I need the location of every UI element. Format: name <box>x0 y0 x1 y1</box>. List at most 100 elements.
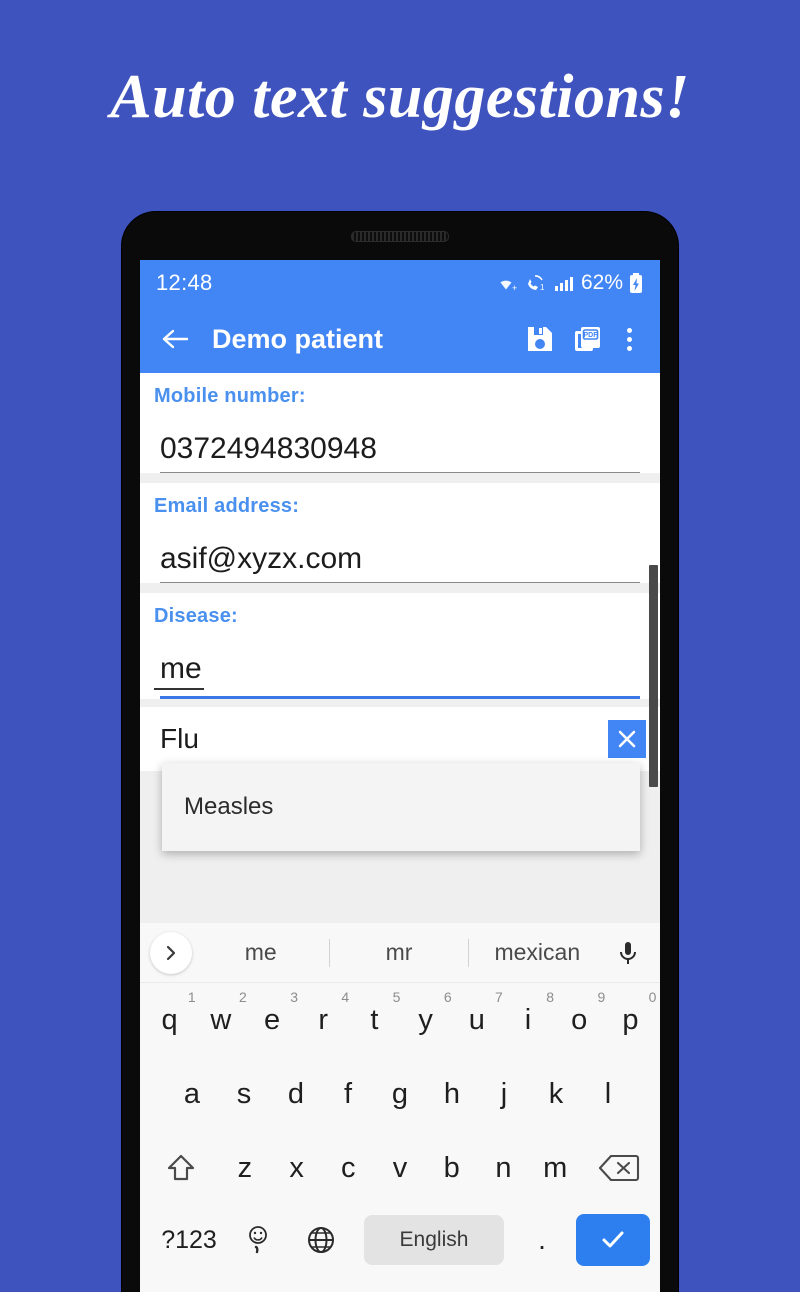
keyboard-row-1: 1q 2w 3e 4r 5t 6y 7u 8i 9o 0p <box>140 983 660 1057</box>
key-label: u <box>468 1003 485 1036</box>
key-u[interactable]: 7u <box>451 987 503 1053</box>
remove-disease-button[interactable] <box>608 720 646 758</box>
key-label: t <box>370 1003 379 1036</box>
field-underline <box>160 472 640 473</box>
status-time: 12:48 <box>156 269 213 295</box>
save-icon[interactable] <box>516 317 564 361</box>
suggestion-word-1[interactable]: mr <box>330 939 467 966</box>
key-label: q <box>161 1003 178 1036</box>
device-top-bezel <box>122 212 678 260</box>
keyboard-row-2: a s d f g h j k l <box>140 1057 660 1131</box>
emoji-comma-icon[interactable] <box>228 1210 288 1270</box>
keyboard-row-4: ?123 English . <box>140 1205 660 1275</box>
phone-screen: 12:48 + 1 62% Demo patient PDF Mobile nu… <box>140 260 660 1292</box>
disease-entry-row[interactable]: Flu <box>140 707 660 771</box>
wifi-icon: + <box>500 280 517 293</box>
key-w[interactable]: 2w <box>195 987 246 1053</box>
key-h[interactable]: h <box>426 1061 478 1127</box>
key-t[interactable]: 5t <box>349 987 400 1053</box>
svg-text:PDF: PDF <box>584 332 599 339</box>
autocomplete-item-measles[interactable]: Measles <box>162 763 640 851</box>
overflow-dot <box>626 327 632 333</box>
field-mobile-number[interactable]: Mobile number: 0372494830948 <box>140 373 660 473</box>
key-s[interactable]: s <box>218 1061 270 1127</box>
overflow-menu-icon[interactable] <box>612 317 646 361</box>
field-label: Email address: <box>154 495 300 517</box>
battery-percent-label: 62% <box>580 270 623 294</box>
key-v[interactable]: v <box>374 1135 426 1201</box>
key-z[interactable]: z <box>219 1135 271 1201</box>
field-underline-active <box>160 696 640 699</box>
microphone-icon[interactable] <box>606 931 650 975</box>
svg-text:1: 1 <box>540 283 545 292</box>
key-n[interactable]: n <box>478 1135 530 1201</box>
key-label: e <box>263 1003 281 1036</box>
backspace-icon[interactable] <box>581 1135 656 1201</box>
pdf-icon[interactable]: PDF <box>564 317 612 361</box>
globe-language-icon[interactable] <box>288 1210 354 1270</box>
key-q[interactable]: 1q <box>144 987 196 1053</box>
patient-form: Mobile number: 0372494830948 Email addre… <box>140 373 660 923</box>
phone-device-frame: 12:48 + 1 62% Demo patient PDF Mobile nu… <box>122 212 678 1292</box>
suggestion-word-2[interactable]: mexican <box>469 939 606 966</box>
page-title: Demo patient <box>212 323 384 354</box>
period-key[interactable]: . <box>514 1210 570 1270</box>
key-i[interactable]: 8i <box>502 987 554 1053</box>
key-f[interactable]: f <box>322 1061 374 1127</box>
keyboard-suggestion-strip: me mr mexican <box>140 923 660 983</box>
chevron-right-icon[interactable] <box>150 931 192 974</box>
keyboard-bottom-bar <box>140 1275 660 1292</box>
content-scrollbar[interactable] <box>649 565 658 787</box>
email-address-input[interactable]: asif@xyzx.com <box>154 524 646 582</box>
key-c[interactable]: c <box>322 1135 374 1201</box>
autocomplete-dropdown: Measles <box>162 763 640 851</box>
key-label: i <box>524 1003 532 1036</box>
key-e[interactable]: 3e <box>246 987 298 1053</box>
key-k[interactable]: k <box>530 1061 582 1127</box>
overflow-dot <box>626 336 632 342</box>
disease-input[interactable]: me <box>154 634 204 690</box>
signal-bars-icon <box>554 276 573 291</box>
promo-headline: Auto text suggestions! <box>110 63 690 131</box>
disease-input-wrap: me <box>154 634 646 696</box>
key-g[interactable]: g <box>374 1061 426 1127</box>
checkmark-icon <box>602 1231 624 1248</box>
mobile-number-input[interactable]: 0372494830948 <box>154 414 646 472</box>
back-arrow-icon[interactable] <box>154 317 198 361</box>
key-label: o <box>571 1003 588 1036</box>
call-icon: 1 <box>527 274 545 292</box>
battery-charging-icon <box>630 272 642 293</box>
key-x[interactable]: x <box>271 1135 323 1201</box>
close-icon <box>618 730 636 748</box>
suggestion-word-0[interactable]: me <box>192 939 329 966</box>
key-o[interactable]: 9o <box>554 987 605 1053</box>
enter-key[interactable] <box>576 1214 650 1266</box>
key-m[interactable]: m <box>529 1135 581 1201</box>
key-b[interactable]: b <box>426 1135 478 1201</box>
key-j[interactable]: j <box>478 1061 530 1127</box>
field-email-address[interactable]: Email address: asif@xyzx.com <box>140 483 660 583</box>
field-label: Disease: <box>154 605 238 627</box>
key-label: r <box>318 1003 329 1036</box>
key-label: w <box>210 1003 232 1036</box>
svg-text:+: + <box>512 283 517 293</box>
disease-entry-label: Flu <box>160 723 199 754</box>
space-key[interactable]: English <box>364 1215 504 1265</box>
field-disease[interactable]: Disease: me <box>140 593 660 699</box>
shift-arrow-icon[interactable] <box>144 1135 219 1201</box>
symbols-key[interactable]: ?123 <box>150 1210 228 1270</box>
status-icons: + 1 62% <box>495 271 644 295</box>
overflow-dot <box>626 345 632 351</box>
key-p[interactable]: 0p <box>605 987 656 1053</box>
key-d[interactable]: d <box>270 1061 322 1127</box>
speaker-grille-icon <box>351 230 449 242</box>
key-r[interactable]: 4r <box>298 987 349 1053</box>
app-bar: Demo patient PDF <box>140 305 660 373</box>
soft-keyboard: me mr mexican 1q 2w 3e 4r 5 t 6 y 7 u 8 … <box>140 923 660 1292</box>
key-label: p <box>622 1003 639 1036</box>
key-y[interactable]: 6y <box>400 987 451 1053</box>
key-a[interactable]: a <box>166 1061 218 1127</box>
key-l[interactable]: l <box>582 1061 634 1127</box>
key-label: y <box>418 1003 433 1036</box>
field-underline <box>160 582 640 583</box>
